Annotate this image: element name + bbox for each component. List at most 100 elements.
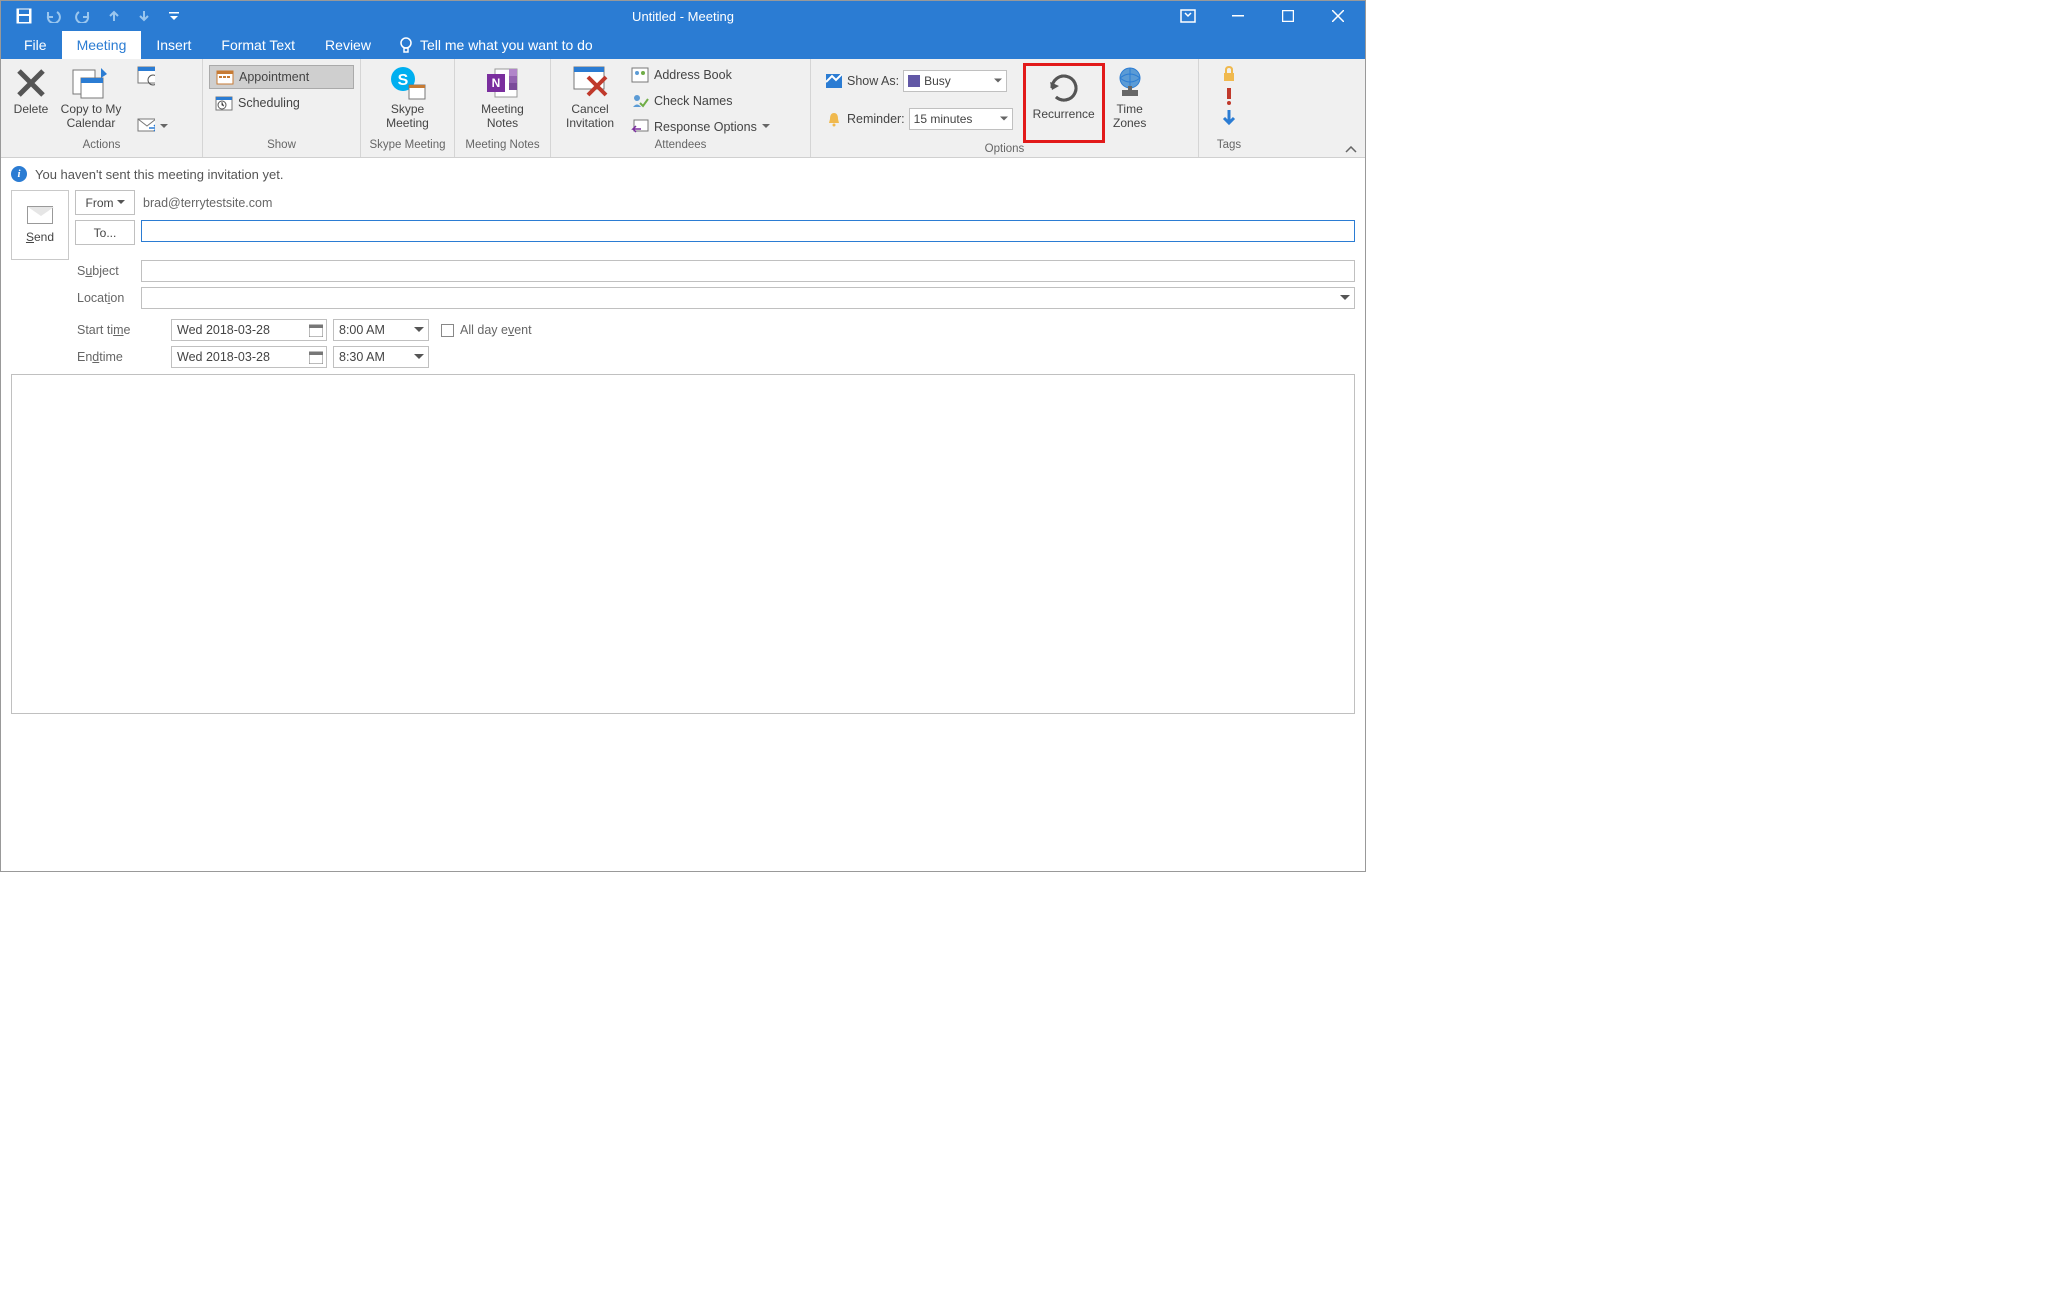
group-label-options: Options xyxy=(811,143,1198,157)
from-button[interactable]: From xyxy=(75,190,135,215)
address-book-button[interactable]: Address Book xyxy=(625,63,776,87)
tab-meeting[interactable]: Meeting xyxy=(62,31,142,59)
group-notes: N Meeting Notes Meeting Notes xyxy=(455,59,551,157)
skype-icon: S xyxy=(387,65,427,101)
collapse-ribbon-icon[interactable] xyxy=(1345,146,1357,154)
private-icon[interactable] xyxy=(1220,65,1238,83)
lightbulb-icon xyxy=(398,36,414,54)
calendar-button[interactable] xyxy=(131,63,174,87)
calendar-picker-icon xyxy=(309,323,323,337)
redo-icon[interactable] xyxy=(73,5,95,27)
tab-file[interactable]: File xyxy=(9,31,62,59)
start-time-field[interactable]: 8:00 AM xyxy=(333,319,429,341)
from-value: brad@terrytestsite.com xyxy=(141,190,1355,215)
group-label-show: Show xyxy=(203,139,360,157)
close-icon[interactable] xyxy=(1325,3,1351,29)
forward-button[interactable] xyxy=(131,115,174,139)
info-icon: i xyxy=(11,166,27,182)
group-options: Show As: Busy Reminder: 15 minutes Recur… xyxy=(811,59,1199,157)
undo-icon[interactable] xyxy=(43,5,65,27)
send-button[interactable]: Send xyxy=(11,190,69,260)
info-bar: i You haven't sent this meeting invitati… xyxy=(1,158,1365,190)
all-day-label: All day event xyxy=(460,323,532,337)
onenote-icon: N xyxy=(485,65,519,101)
group-label-attendees: Attendees xyxy=(551,139,810,157)
ribbon-tabs: File Meeting Insert Format Text Review T… xyxy=(1,31,1365,59)
tell-me-search[interactable]: Tell me what you want to do xyxy=(386,31,593,59)
minimize-icon[interactable] xyxy=(1225,3,1251,29)
end-time-field[interactable]: 8:30 AM xyxy=(333,346,429,368)
save-icon[interactable] xyxy=(13,5,35,27)
delete-button[interactable]: Delete xyxy=(7,63,55,118)
meeting-body-editor[interactable] xyxy=(11,374,1355,714)
ribbon-display-icon[interactable] xyxy=(1175,3,1201,29)
check-names-icon xyxy=(631,92,649,110)
show-as-icon xyxy=(825,72,843,90)
svg-text:S: S xyxy=(398,72,409,89)
show-as-dropdown[interactable]: Busy xyxy=(903,70,1007,92)
group-tags: Tags xyxy=(1199,59,1259,157)
reminder-dropdown[interactable]: 15 minutes xyxy=(909,108,1013,130)
tab-format-text[interactable]: Format Text xyxy=(206,31,310,59)
group-skype: S Skype Meeting Skype Meeting xyxy=(361,59,455,157)
start-date-field[interactable]: Wed 2018-03-28 xyxy=(171,319,327,341)
next-icon[interactable] xyxy=(133,5,155,27)
meeting-form: Send From brad@terrytestsite.com To... S… xyxy=(1,190,1365,368)
ribbon: Delete Copy to My Calendar Actions Appoi… xyxy=(1,59,1365,158)
group-label-skype: Skype Meeting xyxy=(361,139,454,157)
copy-to-calendar-button[interactable]: Copy to My Calendar xyxy=(55,63,127,133)
tell-me-label: Tell me what you want to do xyxy=(420,37,593,53)
delete-icon xyxy=(15,65,47,101)
group-show: Appointment Scheduling Show xyxy=(203,59,361,157)
forward-icon xyxy=(137,118,155,136)
calendar-icon xyxy=(137,66,155,84)
check-names-button[interactable]: Check Names xyxy=(625,89,776,113)
svg-text:N: N xyxy=(492,76,501,90)
reminder-label: Reminder: xyxy=(847,112,905,126)
group-attendees: Cancel Invitation Address Book Check Nam… xyxy=(551,59,811,157)
end-date-field[interactable]: Wed 2018-03-28 xyxy=(171,346,327,368)
window-title: Untitled - Meeting xyxy=(632,9,734,24)
response-options-button[interactable]: Response Options xyxy=(625,115,776,139)
low-importance-icon[interactable] xyxy=(1220,109,1238,127)
subject-field[interactable] xyxy=(141,260,1355,282)
scheduling-button[interactable]: Scheduling xyxy=(209,91,354,115)
title-bar: Untitled - Meeting xyxy=(1,1,1365,31)
group-actions: Delete Copy to My Calendar Actions xyxy=(1,59,203,157)
tab-review[interactable]: Review xyxy=(310,31,386,59)
recurrence-icon xyxy=(1044,70,1084,106)
tab-insert[interactable]: Insert xyxy=(141,31,206,59)
response-options-icon xyxy=(631,118,649,136)
all-day-checkbox[interactable] xyxy=(441,324,454,337)
time-zones-button[interactable]: Time Zones xyxy=(1105,63,1155,133)
scheduling-icon xyxy=(215,94,233,112)
address-book-icon xyxy=(631,66,649,84)
to-field[interactable] xyxy=(141,220,1355,242)
info-text: You haven't sent this meeting invitation… xyxy=(35,167,283,182)
location-field[interactable] xyxy=(141,287,1355,309)
window-controls xyxy=(1175,3,1365,29)
reminder-icon xyxy=(825,110,843,128)
end-time-label: End time xyxy=(75,346,165,368)
previous-icon[interactable] xyxy=(103,5,125,27)
maximize-icon[interactable] xyxy=(1275,3,1301,29)
meeting-notes-button[interactable]: N Meeting Notes xyxy=(477,63,528,133)
high-importance-icon[interactable] xyxy=(1220,87,1238,105)
to-button[interactable]: To... xyxy=(75,220,135,245)
show-as-label: Show As: xyxy=(847,74,899,88)
quick-access-toolbar xyxy=(1,5,185,27)
copy-to-calendar-icon xyxy=(71,65,111,101)
appointment-button[interactable]: Appointment xyxy=(209,65,354,89)
time-zones-icon xyxy=(1114,65,1146,101)
skype-meeting-button[interactable]: S Skype Meeting xyxy=(382,63,433,133)
qat-customize-icon[interactable] xyxy=(163,5,185,27)
subject-label: Subject xyxy=(75,260,135,282)
calendar-picker-icon xyxy=(309,350,323,364)
send-icon xyxy=(27,206,53,224)
location-label: Location xyxy=(75,287,135,309)
group-label-actions: Actions xyxy=(1,139,202,157)
appointment-icon xyxy=(216,68,234,86)
recurrence-button[interactable]: Recurrence xyxy=(1023,63,1105,143)
cancel-invitation-button[interactable]: Cancel Invitation xyxy=(557,63,623,133)
start-time-label: Start time xyxy=(75,319,165,341)
